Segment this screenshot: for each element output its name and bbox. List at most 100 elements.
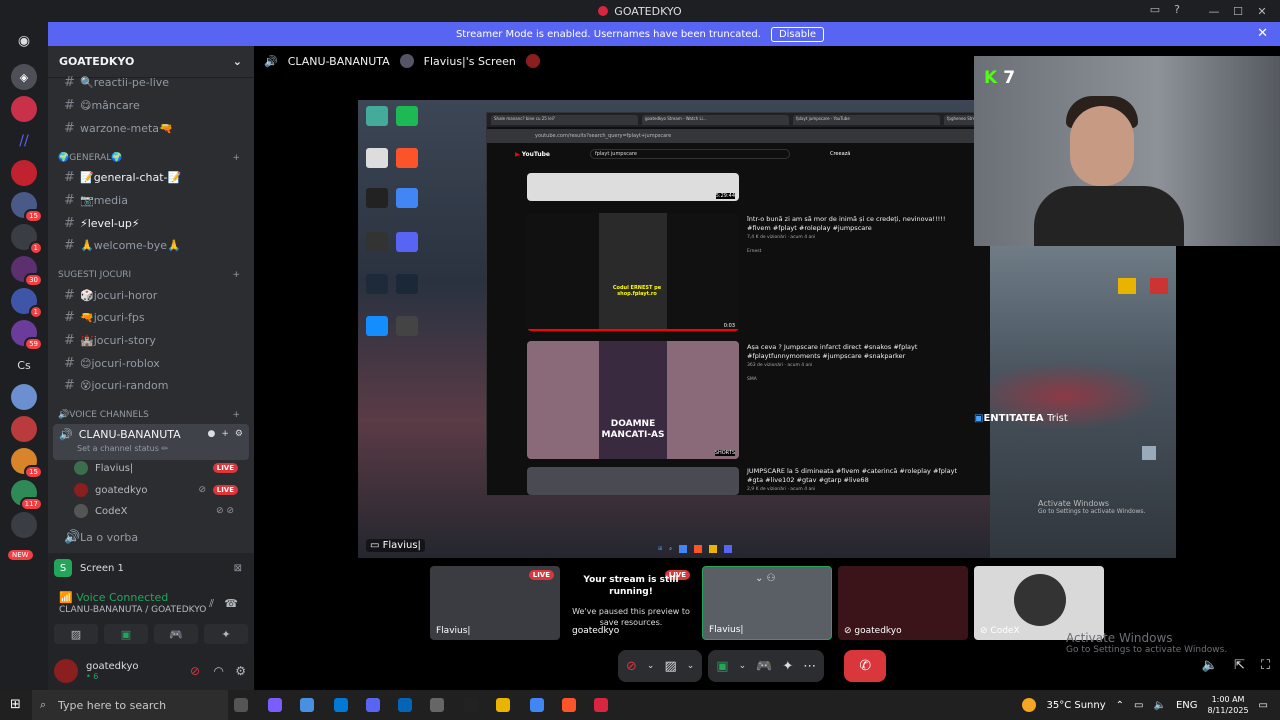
chevron-down-icon[interactable]: ⌄ bbox=[687, 661, 695, 671]
chat-icon[interactable]: ● bbox=[208, 429, 216, 439]
server-icon[interactable]: // bbox=[11, 128, 37, 154]
copilot-icon[interactable] bbox=[268, 698, 282, 712]
stream-thumbnail[interactable]: LIVE Your stream is still running! We've… bbox=[566, 566, 696, 640]
task-view-icon[interactable] bbox=[234, 698, 248, 712]
channel-item[interactable]: # 🙏welcome-bye🙏 bbox=[58, 235, 246, 255]
server-icon[interactable]: 15 bbox=[11, 448, 43, 479]
obs-taskbar-icon[interactable] bbox=[464, 698, 478, 712]
voice-user[interactable]: goatedkyo ⊘ LIVE bbox=[74, 480, 244, 500]
channel-item[interactable]: # 😊jocuri-roblox bbox=[58, 353, 246, 373]
create-button[interactable]: Creează bbox=[830, 151, 850, 157]
category-voice[interactable]: 🔊VOICE CHANNELS + bbox=[58, 410, 246, 420]
chevron-down-icon[interactable]: ⌄ ⚇ bbox=[755, 573, 776, 584]
stream-thumbnail[interactable]: LIVE Flavius| bbox=[430, 566, 560, 640]
soundboard-button[interactable]: ✦ bbox=[204, 624, 248, 644]
channel-item[interactable]: # 🎲jocuri-horor bbox=[58, 285, 246, 305]
camera-off-icon[interactable]: ▨ bbox=[664, 659, 676, 674]
channel-item[interactable]: # 😋mâncare bbox=[58, 95, 246, 115]
network-icon[interactable]: ▭ bbox=[1134, 700, 1143, 711]
edge-icon[interactable] bbox=[334, 698, 348, 712]
channel-item[interactable]: # 🔍reactii-pe-live bbox=[58, 72, 246, 92]
video-title[interactable]: într-o bună zi am să mor de inimă și ce … bbox=[747, 215, 967, 233]
camera-off-button[interactable]: ▨ bbox=[54, 624, 98, 644]
stream-thumbnail-selected[interactable]: ⌄ ⚇ Flavius| bbox=[702, 566, 832, 640]
chevron-down-icon[interactable]: ⌄ bbox=[739, 661, 747, 671]
share-screen-button[interactable]: ▣ bbox=[104, 624, 148, 644]
soundboard-icon[interactable]: ✦ bbox=[782, 659, 793, 674]
weather[interactable]: 35°C Sunny bbox=[1046, 700, 1105, 711]
disable-streamer-mode-button[interactable]: Disable bbox=[770, 26, 825, 42]
maximize-button[interactable]: ☐ bbox=[1226, 5, 1250, 18]
more-icon[interactable]: ⋯ bbox=[803, 659, 816, 674]
share-screen-icon[interactable]: ▣ bbox=[716, 659, 728, 674]
video-channel[interactable]: SMA bbox=[747, 377, 757, 382]
server-icon[interactable]: 1 bbox=[11, 224, 43, 255]
video-thumbnail[interactable] bbox=[527, 467, 739, 495]
server-icon[interactable]: Cs bbox=[11, 352, 37, 378]
clock[interactable]: 1:00 AM 8/11/2025 bbox=[1208, 694, 1249, 716]
voice-user[interactable]: Flavius| LIVE bbox=[74, 458, 244, 478]
server-icon[interactable]: 59 bbox=[11, 320, 43, 351]
browser-tab[interactable]: goatedkyo Stream - Watch Li... bbox=[642, 115, 789, 125]
category-general[interactable]: 🌍GENERAL🌍 + bbox=[58, 153, 246, 163]
channel-status[interactable]: Set a channel status ✏ bbox=[77, 444, 168, 453]
browser-tab[interactable]: fplayt jumpscare - YouTube bbox=[793, 115, 940, 125]
app-icon[interactable] bbox=[430, 698, 444, 712]
gear-icon[interactable]: ⚙ bbox=[235, 429, 243, 439]
add-channel-icon[interactable]: + bbox=[232, 410, 240, 420]
invite-icon[interactable]: + bbox=[221, 429, 229, 439]
server-icon[interactable] bbox=[11, 160, 37, 186]
noise-suppression-icon[interactable]: ⫽ bbox=[209, 597, 214, 611]
server-icon[interactable]: 15 bbox=[11, 192, 43, 223]
screen-share-item[interactable]: S Screen 1 ⊠ bbox=[54, 557, 248, 579]
server-icon[interactable]: 1 bbox=[11, 288, 43, 319]
voice-user[interactable]: CodeX ⊘ ⊘ bbox=[74, 501, 244, 521]
channel-item[interactable]: # warzone-meta🔫 bbox=[58, 118, 246, 138]
channel-item[interactable]: # ⚡level-up⚡ bbox=[58, 213, 246, 233]
headphones-icon[interactable]: ◠ bbox=[214, 664, 224, 678]
video-thumbnail[interactable]: 5:29:44 bbox=[527, 173, 739, 201]
voice-connected-status[interactable]: 📶 Voice Connected bbox=[59, 591, 168, 604]
brave-taskbar-icon[interactable] bbox=[562, 698, 576, 712]
leave-call-button[interactable]: ✆ bbox=[844, 650, 887, 682]
server-icon[interactable]: 117 bbox=[11, 480, 43, 511]
server-icon[interactable]: ◈ bbox=[11, 64, 37, 90]
webcam-feed[interactable]: K7 bbox=[974, 56, 1280, 246]
stream-thumbnail[interactable]: ⊘ CodeX bbox=[974, 566, 1104, 640]
add-channel-icon[interactable]: + bbox=[232, 153, 240, 163]
mic-muted-icon[interactable]: ⊘ bbox=[190, 664, 200, 678]
file-explorer-icon[interactable] bbox=[496, 698, 510, 712]
calculator-icon[interactable] bbox=[300, 698, 314, 712]
video-thumbnail[interactable]: DOAMNE MANCATI-AS SHORTS bbox=[527, 341, 739, 459]
youtube-search-input[interactable]: fplayt jumpscare bbox=[589, 149, 790, 159]
voice-channel-item[interactable]: 🔊 La o vorba bbox=[58, 527, 246, 547]
channel-item[interactable]: # 📝general-chat-📝 bbox=[58, 167, 246, 187]
server-icon[interactable] bbox=[11, 416, 37, 442]
gear-icon[interactable]: ⚙ bbox=[235, 664, 246, 678]
video-title[interactable]: Așa ceva ? Jumpscare infarct direct #sna… bbox=[747, 343, 967, 361]
minimize-button[interactable]: — bbox=[1202, 5, 1226, 18]
mic-muted-icon[interactable]: ⊘ bbox=[626, 659, 637, 674]
server-icon[interactable] bbox=[11, 384, 37, 410]
activity-button[interactable]: 🎮 bbox=[154, 624, 198, 644]
disconnect-icon[interactable]: ☎ bbox=[224, 597, 238, 610]
server-icon[interactable] bbox=[11, 96, 37, 122]
discord-home-icon[interactable]: ◉ bbox=[11, 28, 37, 54]
channel-item[interactable]: # 🏰jocuri-story bbox=[58, 330, 246, 350]
voice-channel-active[interactable]: 🔊 CLANU-BANANUTA Set a channel status ✏ … bbox=[53, 424, 249, 460]
video-title[interactable]: JUMPSCARE la 5 dimineata #fivem #caterin… bbox=[747, 467, 967, 485]
help-icon[interactable]: ? bbox=[1174, 3, 1180, 16]
chevron-down-icon[interactable]: ⌄ bbox=[647, 661, 655, 671]
chevron-up-icon[interactable]: ⌃ bbox=[1116, 700, 1124, 711]
server-icon[interactable]: 30 bbox=[11, 256, 43, 287]
video-channel[interactable]: Ernest bbox=[747, 249, 761, 254]
category-sugesti[interactable]: SUGESTI JOCURI + bbox=[58, 270, 246, 280]
taskbar-search[interactable]: ⌕ Type here to search bbox=[32, 690, 228, 720]
fullscreen-icon[interactable]: ⛶ bbox=[1261, 658, 1270, 673]
windows-start-icon[interactable]: ⊞ bbox=[10, 697, 21, 712]
language[interactable]: ENG bbox=[1176, 700, 1198, 711]
banner-close-icon[interactable]: ✕ bbox=[1257, 26, 1268, 41]
discord-taskbar-icon[interactable] bbox=[366, 698, 380, 712]
volume-icon[interactable]: 🔈 bbox=[1202, 658, 1218, 673]
user-panel[interactable]: goatedkyo • 6 ⊘ ◠ ⚙ bbox=[54, 656, 248, 686]
